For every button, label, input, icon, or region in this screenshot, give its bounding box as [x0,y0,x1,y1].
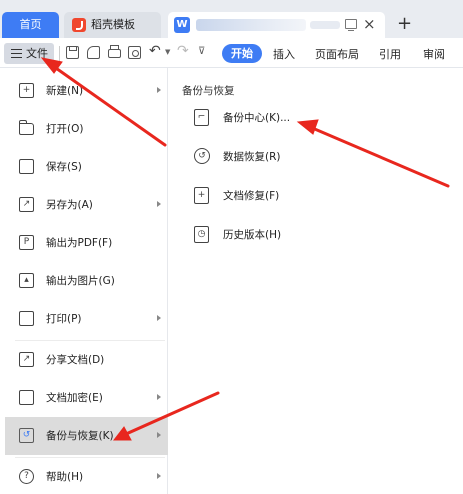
format-painter-icon[interactable] [87,46,100,59]
hamburger-icon [11,49,22,58]
submenu-arrow-icon [157,432,161,438]
ribbon-tab-review[interactable]: 审阅 [423,46,445,62]
lock-icon [19,390,34,405]
menu-item-export-pdf[interactable]: P 输出为PDF(F) [5,224,168,262]
submenu-arrow-icon [157,473,161,479]
ribbon-tab-home[interactable]: 开始 [222,44,262,63]
menu-item-label: 输出为PDF(F) [46,237,113,249]
menu-item-label: 打印(P) [46,313,82,325]
writer-logo-icon: W [174,17,190,33]
menu-item-label: 帮助(H) [46,471,84,483]
submenu-arrow-icon [157,87,161,93]
menu-item-print[interactable]: 打印(P) [5,300,168,338]
file-menu: + 新建(N) 打开(O) 保存(S) ↗ 另存为(A) P 输出为PDF(F)… [5,68,168,494]
submenu-item-history-version[interactable]: ◷ 历史版本(H) [190,216,390,254]
backup-center-icon: ⌐ [194,109,209,126]
menu-item-label: 备份与恢复(K) [46,430,114,442]
close-tab-icon[interactable]: × [363,14,376,34]
docer-logo-icon [72,18,86,32]
menu-item-label: 保存(S) [46,161,82,173]
ribbon-tab-page-layout[interactable]: 页面布局 [315,46,359,62]
print-icon[interactable] [108,45,121,58]
submenu-item-backup-center[interactable]: ⌐ 备份中心(K)... [190,99,390,137]
undo-dropdown-icon[interactable]: ▼ [165,48,170,56]
menu-item-label: 输出为图片(G) [46,275,115,287]
menu-item-share[interactable]: ↗ 分享文档(D) [5,341,168,379]
tab-bar: 首页 稻壳模板 W × + [0,0,463,38]
save-icon[interactable] [66,46,79,59]
submenu-item-data-restore[interactable]: ↺ 数据恢复(R) [190,138,390,176]
data-restore-icon: ↺ [194,148,210,164]
share-icon: ↗ [19,352,34,367]
new-icon: + [19,83,34,98]
menu-item-label: 另存为(A) [46,199,93,211]
menu-item-label: 打开(O) [46,123,84,135]
submenu-header: 备份与恢复 [182,85,235,97]
new-tab-button[interactable]: + [397,13,412,35]
save-icon [19,159,34,174]
backup-restore-submenu: 备份与恢复 ⌐ 备份中心(K)... ↺ 数据恢复(R) + 文档修复(F) ◷… [170,68,463,494]
window-mode-icon[interactable] [345,19,357,31]
menu-item-encrypt[interactable]: 文档加密(E) [5,379,168,417]
ribbon-tab-references[interactable]: 引用 [379,46,401,62]
customize-toolbar-icon[interactable]: ⊽ [198,46,205,57]
folder-icon [19,120,34,135]
submenu-item-document-repair[interactable]: + 文档修复(F) [190,177,390,215]
file-menu-label: 文件 [26,47,48,60]
backup-icon: ↺ [19,428,34,443]
toolbar-divider [59,46,60,61]
pdf-icon: P [19,235,34,250]
submenu-item-label: 文档修复(F) [223,190,280,202]
submenu-arrow-icon [157,315,161,321]
tab-template-label: 稻壳模板 [91,18,135,31]
submenu-item-label: 历史版本(H) [223,229,282,241]
undo-icon[interactable]: ↶ [149,43,161,59]
submenu-item-label: 数据恢复(R) [223,151,281,163]
menu-item-save-as[interactable]: ↗ 另存为(A) [5,186,168,224]
document-repair-icon: + [194,187,209,204]
menu-item-new[interactable]: + 新建(N) [5,72,168,110]
menu-item-export-image[interactable]: ▴ 输出为图片(G) [5,262,168,300]
print-icon [19,311,34,326]
toolbar: 文件 ↶ ▼ ↷ ⊽ 开始 插入 页面布局 引用 审阅 [0,38,463,68]
menu-item-backup-restore[interactable]: ↺ 备份与恢复(K) [5,417,168,455]
menu-item-help[interactable]: ? 帮助(H) [5,458,168,494]
ribbon-tab-insert[interactable]: 插入 [273,46,295,62]
tab-template[interactable]: 稻壳模板 [64,12,161,38]
redo-icon[interactable]: ↷ [177,43,189,59]
menu-item-save[interactable]: 保存(S) [5,148,168,186]
print-preview-icon[interactable] [128,46,141,59]
submenu-arrow-icon [157,201,161,207]
file-menu-button[interactable]: 文件 [4,43,54,64]
submenu-item-label: 备份中心(K)... [223,112,291,124]
image-icon: ▴ [19,273,34,288]
submenu-arrow-icon [157,394,161,400]
document-title-redacted-extra [310,21,340,29]
menu-item-open[interactable]: 打开(O) [5,110,168,148]
history-version-icon: ◷ [194,226,209,243]
menu-item-label: 新建(N) [46,85,84,97]
document-title-redacted [196,19,306,31]
wps-window: 首页 稻壳模板 W × + 文件 ↶ ▼ ↷ ⊽ 开始 插入 页面布局 引用 审… [0,0,463,494]
menu-item-label: 文档加密(E) [46,392,103,404]
tab-document[interactable]: W × [168,12,385,38]
help-icon: ? [19,469,34,484]
menu-item-label: 分享文档(D) [46,354,105,366]
save-as-icon: ↗ [19,197,34,212]
tab-home[interactable]: 首页 [2,12,59,38]
